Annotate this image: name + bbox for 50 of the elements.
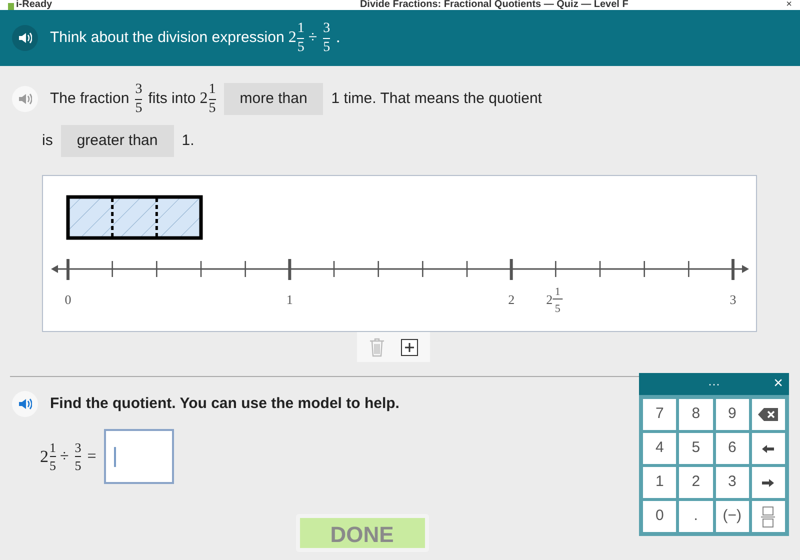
add-icon[interactable] — [400, 338, 418, 356]
keypad-key[interactable]: 5 — [679, 433, 712, 464]
keypad-key[interactable]: 0 — [643, 501, 676, 532]
answer-chip[interactable]: greater than — [60, 124, 174, 158]
drag-handle[interactable]: ··· — [708, 378, 720, 390]
answer-field[interactable] — [104, 429, 174, 484]
prompt-text: 1 time. That means the quotient — [331, 88, 542, 109]
keypad-key[interactable]: 9 — [716, 399, 749, 430]
math-operator: ÷ — [60, 446, 69, 466]
keypad-key[interactable]: 8 — [679, 399, 712, 430]
prompt-text: Think about the division expression — [50, 28, 284, 48]
keypad-key[interactable]: 6 — [716, 433, 749, 464]
prompt-text: is — [42, 130, 53, 151]
axis-label: 1 — [286, 292, 293, 307]
keypad-key[interactable]: 2 — [679, 467, 712, 498]
app-logo: i-Ready — [8, 0, 52, 10]
math-operator: . — [336, 28, 340, 48]
left-arrow-icon — [762, 444, 774, 452]
keypad-close-button[interactable]: × — [774, 376, 783, 392]
prompt-text: fits into — [148, 88, 196, 109]
fraction-template-icon — [761, 506, 776, 528]
axis-label: 3 — [730, 292, 736, 307]
speaker-icon[interactable] — [12, 25, 38, 51]
keypad-key[interactable]: 1 — [643, 467, 676, 498]
fraction-tape[interactable] — [66, 195, 203, 240]
axis-label: 0 — [64, 292, 72, 307]
keypad-key[interactable]: (−) — [716, 501, 749, 532]
fraction: 3 5 — [74, 441, 82, 472]
window-title: Divide Fractions: Fractional Quotients — Quiz — Level F — [360, 0, 628, 10]
speaker-icon[interactable] — [12, 391, 38, 417]
backspace-icon — [758, 408, 778, 421]
prompt-text: 1. — [182, 130, 194, 151]
answer-chip[interactable]: more than — [224, 82, 324, 116]
keypad-key[interactable]: . — [679, 501, 712, 532]
logo-icon — [8, 3, 14, 10]
axis-label: 2 — [508, 292, 515, 307]
keypad-key[interactable]: 3 — [716, 467, 749, 498]
keypad-key[interactable]: 7 — [643, 399, 676, 430]
math-operator: = — [87, 446, 96, 466]
close-button[interactable]: × — [786, 0, 792, 10]
keypad-key[interactable] — [752, 433, 785, 464]
right-arrow-icon — [762, 478, 774, 486]
fraction: 3 5 — [323, 22, 330, 54]
fraction: 3 5 — [135, 82, 142, 116]
keypad-key[interactable] — [752, 399, 785, 430]
question-text: Find the quotient. You can use the model to help. — [50, 394, 400, 414]
math-operator: ÷ — [308, 28, 318, 48]
prompt-text: The fraction — [50, 88, 130, 109]
keypad-key[interactable]: 4 — [643, 433, 676, 464]
keypad-key[interactable] — [752, 467, 785, 498]
